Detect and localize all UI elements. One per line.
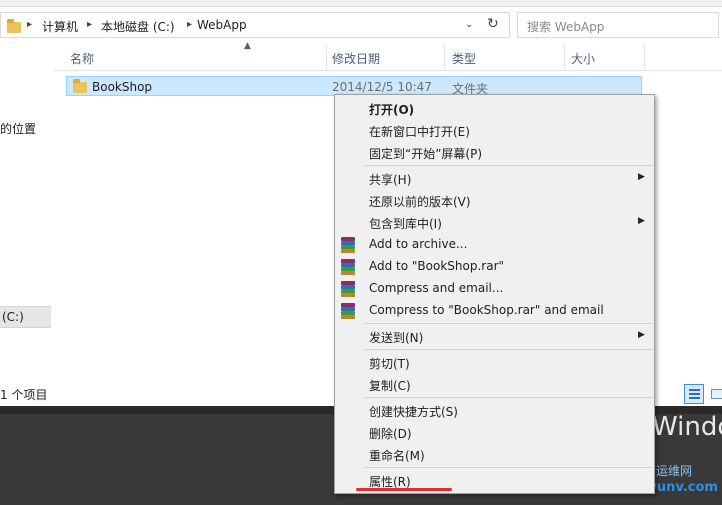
menu-item-compress-rar-email[interactable]: Compress to "BookShop.rar" and email [335, 299, 654, 321]
menu-item-send-to[interactable]: 发送到(N) ▶ [335, 325, 654, 347]
menu-item-include-in-library[interactable]: 包含到库中(I) ▶ [335, 211, 654, 233]
menu-item-pin-to-start[interactable]: 固定到“开始”屏幕(P) [335, 141, 654, 163]
nav-item-label: (C:) [2, 310, 24, 324]
breadcrumb-computer[interactable]: 计算机 [42, 18, 78, 35]
menu-item-share[interactable]: 共享(H) ▶ [335, 167, 654, 189]
details-view-icon [689, 389, 700, 399]
refresh-icon[interactable]: ↻ [487, 16, 499, 32]
menu-item-copy[interactable]: 复制(C) [335, 373, 654, 395]
menu-item-add-to-archive[interactable]: Add to archive... [335, 233, 654, 255]
watermark-text: 运维网 [656, 464, 693, 478]
column-header-name[interactable]: 名称 [70, 50, 94, 67]
submenu-arrow-icon: ▶ [638, 216, 645, 226]
menu-item-label: Compress and email... [369, 281, 504, 295]
menu-item-label: 删除(D) [369, 427, 412, 441]
ribbon-edge [0, 0, 722, 7]
large-icons-view-button[interactable] [708, 384, 722, 404]
file-name: BookShop [92, 80, 153, 94]
watermark-url: iyunv.com [644, 480, 718, 495]
status-item-count: 1 个项目 [0, 388, 48, 402]
details-view-button[interactable] [684, 384, 704, 404]
folder-icon [7, 19, 21, 33]
breadcrumb-separator-icon[interactable]: ▸ [27, 19, 32, 30]
menu-item-rename[interactable]: 重命名(M) [335, 443, 654, 465]
menu-item-open-new-window[interactable]: 在新窗口中打开(E) [335, 119, 654, 141]
column-header-size[interactable]: 大小 [571, 50, 595, 67]
search-placeholder: 搜索 WebApp [527, 20, 605, 34]
menu-item-label: 固定到“开始”屏幕(P) [369, 147, 483, 161]
menu-separator [365, 397, 653, 398]
large-icons-view-icon [711, 389, 722, 399]
menu-item-delete[interactable]: 删除(D) [335, 421, 654, 443]
winrar-icon [340, 258, 356, 275]
menu-item-label: 共享(H) [369, 173, 412, 187]
menu-item-label: 创建快捷方式(S) [369, 405, 458, 419]
search-input[interactable]: 搜索 WebApp [517, 12, 719, 38]
menu-item-compress-email[interactable]: Compress and email... [335, 277, 654, 299]
breadcrumb-separator-icon[interactable]: ▸ [187, 19, 192, 30]
menu-item-label: 剪切(T) [369, 357, 410, 371]
winrar-icon [340, 236, 356, 253]
history-dropdown-icon[interactable]: ⌄ [465, 19, 473, 30]
column-header-type[interactable]: 类型 [452, 50, 476, 67]
sort-ascending-icon: ▲ [244, 41, 251, 51]
address-bar[interactable]: ▸ 计算机 ▸ 本地磁盘 (C:) ▸ WebApp ⌄ ↻ [0, 12, 510, 38]
file-row-bookshop[interactable]: BookShop 2014/12/5 10:47 文件夹 [66, 76, 642, 96]
menu-item-create-shortcut[interactable]: 创建快捷方式(S) [335, 399, 654, 421]
column-header-date[interactable]: 修改日期 [332, 50, 380, 67]
submenu-arrow-icon: ▶ [638, 330, 645, 340]
menu-item-label: Compress to "BookShop.rar" and email [369, 303, 604, 317]
breadcrumb-local-disk[interactable]: 本地磁盘 (C:) [101, 18, 175, 35]
nav-item-locations[interactable]: 的位置 [0, 120, 36, 137]
menu-item-label: 在新窗口中打开(E) [369, 125, 470, 139]
menu-item-label: 复制(C) [369, 379, 411, 393]
breadcrumb-separator-icon[interactable]: ▸ [87, 19, 92, 30]
navigation-pane [0, 44, 52, 406]
nav-item-local-disk[interactable]: (C:) [0, 306, 51, 328]
file-date: 2014/12/5 10:47 [332, 80, 432, 94]
menu-item-add-to-rar[interactable]: Add to "BookShop.rar" [335, 255, 654, 277]
context-menu: 打开(O) 在新窗口中打开(E) 固定到“开始”屏幕(P) 共享(H) ▶ 还原… [334, 94, 655, 494]
menu-item-label: Add to "BookShop.rar" [369, 259, 505, 273]
highlight-underline [356, 488, 452, 491]
menu-item-cut[interactable]: 剪切(T) [335, 351, 654, 373]
menu-separator [365, 165, 653, 166]
menu-separator [365, 349, 653, 350]
menu-separator [365, 467, 653, 468]
winrar-icon [340, 280, 356, 297]
submenu-arrow-icon: ▶ [638, 172, 645, 182]
column-header-row: ▲ 名称 修改日期 类型 大小 [54, 41, 722, 71]
menu-item-restore-versions[interactable]: 还原以前的版本(V) [335, 189, 654, 211]
menu-item-label: 发送到(N) [369, 331, 424, 345]
folder-icon [73, 79, 87, 93]
breadcrumb-webapp[interactable]: WebApp [197, 18, 247, 32]
menu-item-label: 还原以前的版本(V) [369, 195, 471, 209]
menu-item-label: 重命名(M) [369, 449, 425, 463]
menu-item-label: 打开(O) [369, 103, 415, 117]
winrar-icon [340, 302, 356, 319]
menu-item-label: Add to archive... [369, 237, 468, 251]
windows-branding-text: Windo [652, 412, 722, 442]
menu-item-label: 包含到库中(I) [369, 217, 442, 231]
menu-separator [365, 323, 653, 324]
menu-item-open[interactable]: 打开(O) [335, 97, 654, 119]
